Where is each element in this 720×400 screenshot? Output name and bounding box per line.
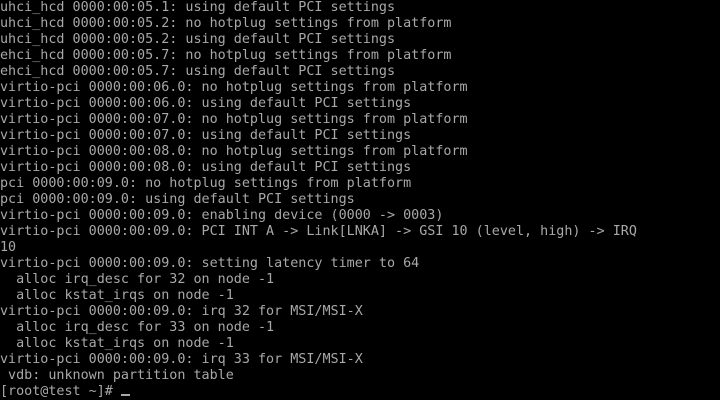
console-line: virtio-pci 0000:00:06.0: no hotplug sett… — [0, 80, 468, 95]
shell-prompt-line[interactable]: [root@test ~]# — [0, 384, 720, 400]
console-line: virtio-pci 0000:00:06.0: using default P… — [0, 96, 412, 111]
terminal-console[interactable]: uhci_hcd 0000:00:05.1: using default PCI… — [0, 0, 720, 400]
console-line: virtio-pci 0000:00:09.0: enabling device… — [0, 208, 444, 223]
console-line: virtio-pci 0000:00:09.0: irq 33 for MSI/… — [0, 352, 363, 367]
console-line: uhci_hcd 0000:00:05.2: no hotplug settin… — [0, 16, 452, 31]
console-line: virtio-pci 0000:00:08.0: no hotplug sett… — [0, 144, 468, 159]
console-line: 10 — [0, 240, 17, 255]
console-line: virtio-pci 0000:00:07.0: no hotplug sett… — [0, 112, 468, 127]
console-line: ehci_hcd 0000:00:05.7: no hotplug settin… — [0, 48, 452, 63]
console-line: uhci_hcd 0000:00:05.1: using default PCI… — [0, 0, 396, 15]
console-line: alloc irq_desc for 33 on node -1 — [0, 320, 275, 335]
console-line: vdb: unknown partition table — [0, 368, 234, 383]
console-line: virtio-pci 0000:00:08.0: using default P… — [0, 160, 412, 175]
console-line: uhci_hcd 0000:00:05.2: using default PCI… — [0, 32, 396, 47]
console-line: virtio-pci 0000:00:09.0: setting latency… — [0, 256, 420, 271]
console-line: virtio-pci 0000:00:09.0: PCI INT A -> Li… — [0, 224, 637, 239]
console-line: pci 0000:00:09.0: no hotplug settings fr… — [0, 176, 412, 191]
console-line: ehci_hcd 0000:00:05.7: using default PCI… — [0, 64, 396, 79]
console-line: alloc kstat_irqs on node -1 — [0, 336, 234, 351]
console-line: virtio-pci 0000:00:09.0: irq 32 for MSI/… — [0, 304, 363, 319]
console-line: alloc kstat_irqs on node -1 — [0, 288, 234, 303]
console-line: pci 0000:00:09.0: using default PCI sett… — [0, 192, 355, 207]
console-line: virtio-pci 0000:00:07.0: using default P… — [0, 128, 412, 143]
text-cursor — [120, 394, 130, 396]
shell-prompt: [root@test ~]# — [0, 384, 121, 399]
console-line: alloc irq_desc for 32 on node -1 — [0, 272, 275, 287]
